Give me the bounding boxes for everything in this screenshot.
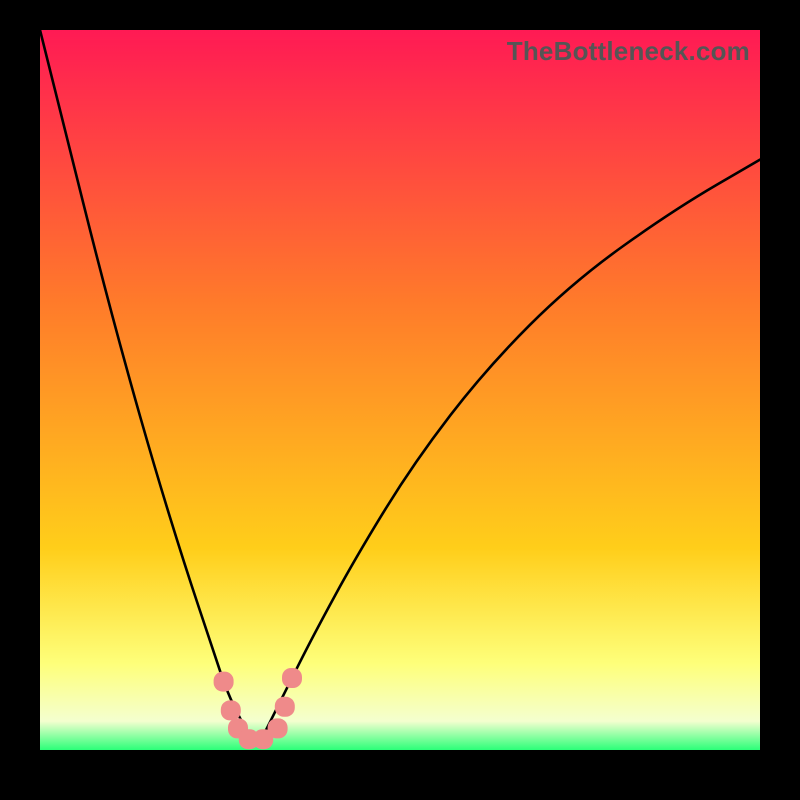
chart-frame: TheBottleneck.com [0,0,800,800]
watermark-text: TheBottleneck.com [507,36,750,67]
plot-area: TheBottleneck.com [40,30,760,750]
curve-marker [282,668,302,688]
curve-markers [214,668,302,749]
curve-marker [275,697,295,717]
curve-marker [221,700,241,720]
curve-marker [268,718,288,738]
curve-marker [214,672,234,692]
curve-overlay [40,30,760,750]
bottleneck-curve [40,30,760,741]
